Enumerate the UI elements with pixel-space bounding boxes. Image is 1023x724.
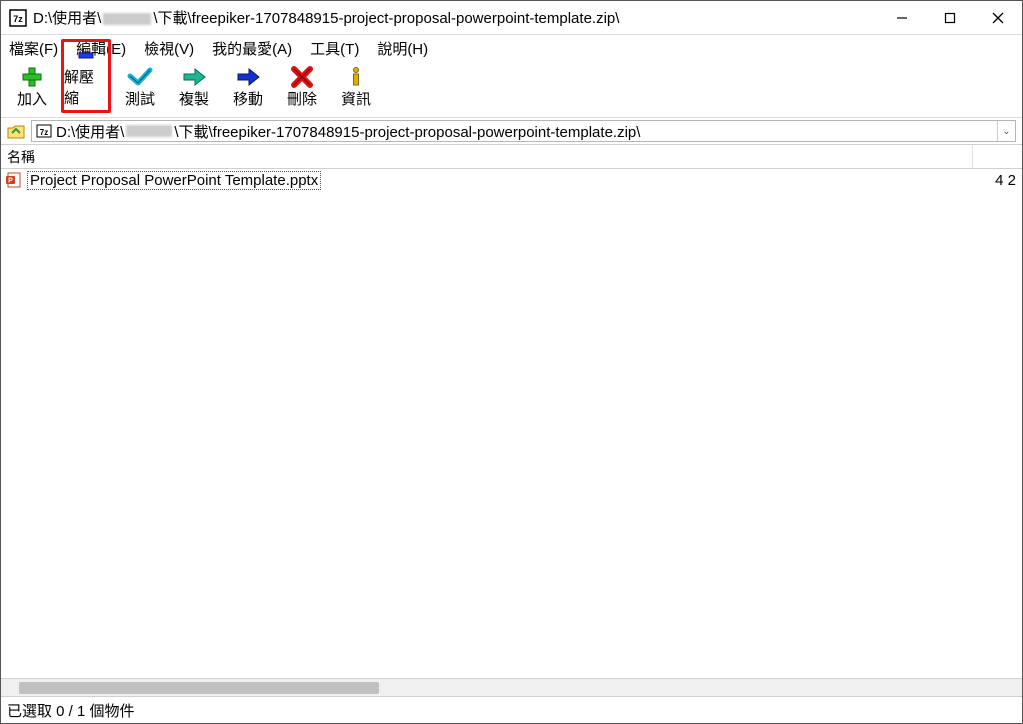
menu-favorites[interactable]: 我的最愛(A) xyxy=(212,38,292,59)
title-suffix: \下載\freepiker-1707848915-project-proposa… xyxy=(153,10,619,27)
up-folder-icon[interactable] xyxy=(7,122,25,140)
add-button[interactable]: 加入 xyxy=(7,62,57,113)
svg-text:7z: 7z xyxy=(13,14,23,24)
add-label: 加入 xyxy=(17,88,47,109)
info-label: 資訊 xyxy=(341,88,371,109)
info-icon xyxy=(342,66,370,88)
delete-button[interactable]: 刪除 xyxy=(277,62,327,113)
move-label: 移動 xyxy=(233,88,263,109)
path-field-wrap[interactable]: 7z D:\使用者\ \下載\freepiker-1707848915-proje… xyxy=(31,120,1016,142)
path-suffix: \下載\freepiker-1707848915-project-proposa… xyxy=(174,121,997,142)
file-right-value: 4 2 xyxy=(995,172,1022,189)
title-prefix: D:\使用者\ xyxy=(33,10,101,27)
svg-text:7z: 7z xyxy=(40,128,48,137)
move-button[interactable]: 移動 xyxy=(223,62,273,113)
file-list[interactable]: P Project Proposal PowerPoint Template.p… xyxy=(1,169,1022,678)
minimize-button[interactable] xyxy=(878,1,926,34)
copy-label: 複製 xyxy=(179,88,209,109)
titlebar: 7z D:\使用者\ \下載\freepiker-1707848915-proje… xyxy=(1,1,1022,35)
redacted-user-path xyxy=(126,125,172,137)
extract-button[interactable]: 解壓縮 xyxy=(61,39,111,113)
menu-file[interactable]: 檔案(F) xyxy=(9,38,58,59)
menubar: 檔案(F) 編輯(E) 檢視(V) 我的最愛(A) 工具(T) 說明(H) xyxy=(1,35,1022,61)
minus-icon xyxy=(72,44,100,66)
redacted-user xyxy=(103,13,151,25)
test-button[interactable]: 測試 xyxy=(115,62,165,113)
status-text: 已選取 0 / 1 個物件 xyxy=(7,700,135,721)
column-name-label: 名稱 xyxy=(7,147,35,167)
svg-text:P: P xyxy=(8,178,13,185)
statusbar: 已選取 0 / 1 個物件 xyxy=(1,696,1022,723)
arrow-right-blue-icon xyxy=(234,66,262,88)
plus-icon xyxy=(18,66,46,88)
menu-help[interactable]: 說明(H) xyxy=(377,38,428,59)
x-icon xyxy=(288,66,316,88)
close-button[interactable] xyxy=(974,1,1022,34)
app-icon: 7z xyxy=(9,9,27,27)
horizontal-scrollbar[interactable] xyxy=(1,678,1022,696)
delete-label: 刪除 xyxy=(287,88,317,109)
copy-button[interactable]: 複製 xyxy=(169,62,219,113)
column-name[interactable]: 名稱 xyxy=(1,145,973,168)
file-row[interactable]: P Project Proposal PowerPoint Template.p… xyxy=(1,169,1022,191)
path-dropdown-icon[interactable]: ⌄ xyxy=(997,121,1015,141)
scrollbar-thumb[interactable] xyxy=(19,682,379,694)
test-label: 測試 xyxy=(125,88,155,109)
arrow-right-teal-icon xyxy=(180,66,208,88)
menu-tools[interactable]: 工具(T) xyxy=(310,38,359,59)
pathbar: 7z D:\使用者\ \下載\freepiker-1707848915-proje… xyxy=(1,117,1022,145)
pptx-icon: P xyxy=(5,172,23,188)
file-list-header: 名稱 xyxy=(1,145,1022,169)
window-controls xyxy=(878,1,1022,34)
check-icon xyxy=(126,66,154,88)
info-button[interactable]: 資訊 xyxy=(331,62,381,113)
extract-label: 解壓縮 xyxy=(64,66,108,108)
archive-icon: 7z xyxy=(36,123,52,139)
path-prefix: D:\使用者\ xyxy=(56,121,124,142)
file-name[interactable]: Project Proposal PowerPoint Template.ppt… xyxy=(27,171,321,190)
toolbar: 加入 解壓縮 測試 複製 移動 xyxy=(1,61,1022,117)
maximize-button[interactable] xyxy=(926,1,974,34)
window-title: D:\使用者\ \下載\freepiker-1707848915-project-… xyxy=(33,7,878,28)
menu-view[interactable]: 檢視(V) xyxy=(144,38,194,59)
